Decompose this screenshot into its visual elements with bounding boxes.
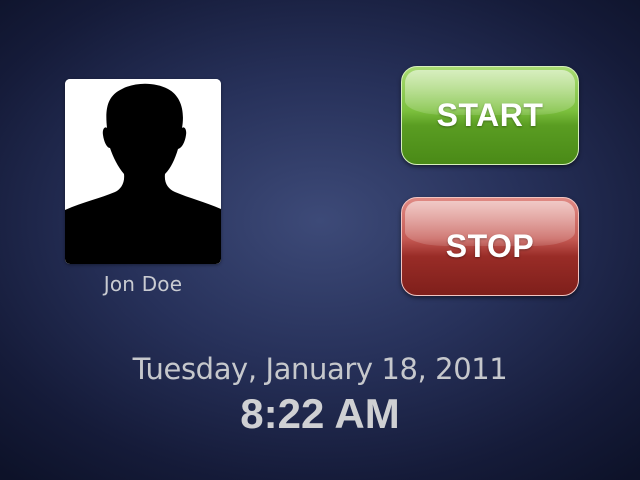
stop-button[interactable]: STOP [401, 197, 579, 296]
user-name-label: Jon Doe [103, 272, 183, 296]
person-silhouette-icon [65, 79, 221, 264]
user-avatar [65, 79, 221, 264]
stop-button-label: STOP [445, 228, 535, 264]
current-time: 8:22 AM [240, 390, 400, 437]
current-date: Tuesday, January 18, 2011 [132, 352, 508, 386]
start-button[interactable]: START [401, 66, 579, 165]
start-button-label: START [436, 97, 544, 133]
